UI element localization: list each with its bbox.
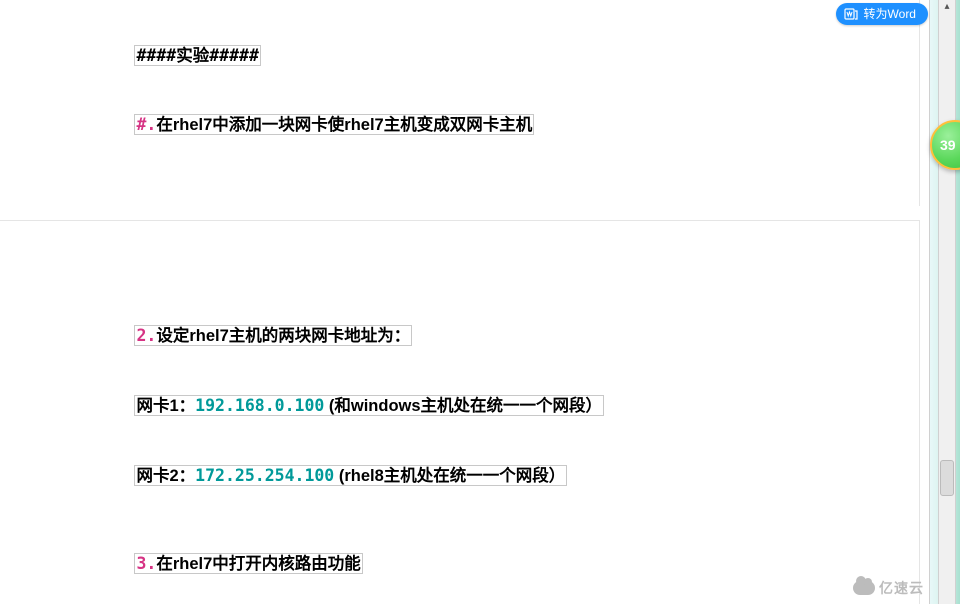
- step-1-text: 在rhel7中添加一块网卡使rhel7主机变成双网卡主机: [156, 116, 532, 134]
- nic1-box: 网卡1：192.168.0.100 (和windows主机处在统一一个网段）: [135, 396, 603, 415]
- scroll-thumb[interactable]: [940, 460, 954, 496]
- heading-experiment: ####实验#####: [56, 21, 863, 90]
- page-1: ####实验##### #.在rhel7中添加一块网卡使rhel7主机变成双网卡…: [0, 0, 920, 210]
- step-3-text: 在rhel7中打开内核路由功能: [156, 555, 360, 573]
- document-area: ####实验##### #.在rhel7中添加一块网卡使rhel7主机变成双网卡…: [0, 0, 930, 604]
- nic2-line: 网卡2：172.25.254.100 (rhel8主机处在统一一个网段）: [56, 441, 863, 511]
- nic2-label: 网卡2：: [136, 467, 195, 485]
- heading-experiment-text: ####实验#####: [135, 46, 259, 65]
- step-3-line: 3.在rhel7中打开内核路由功能: [56, 529, 863, 599]
- sysctl-a-line: [root@rhel7_node1 network-scripts]# sysc…: [56, 599, 863, 604]
- nic2-ip: 172.25.254.100: [195, 466, 334, 485]
- page-2: 2.设定rhel7主机的两块网卡地址为： 网卡1：192.168.0.100 (…: [0, 220, 920, 604]
- viewport: ####实验##### #.在rhel7中添加一块网卡使rhel7主机变成双网卡…: [0, 0, 960, 604]
- step-1-num: #.: [136, 115, 156, 134]
- scroll-up-button[interactable]: ▴: [939, 0, 955, 14]
- step-3-box: 3.在rhel7中打开内核路由功能: [135, 554, 361, 573]
- step-2-num: 2.: [136, 326, 156, 345]
- watermark-logo: 亿速云: [853, 578, 924, 598]
- nic1-label: 网卡1：: [136, 397, 195, 415]
- step-2-text: 设定rhel7主机的两块网卡地址为：: [156, 327, 410, 345]
- convert-to-word-label: 转为Word: [864, 3, 916, 25]
- cloud-icon: [853, 581, 875, 595]
- progress-badge-value: 39: [940, 137, 956, 153]
- nic1-line: 网卡1：192.168.0.100 (和windows主机处在统一一个网段）: [56, 371, 863, 441]
- step-2-line: 2.设定rhel7主机的两块网卡地址为：: [56, 301, 863, 371]
- nic2-box: 网卡2：172.25.254.100 (rhel8主机处在统一一个网段）: [135, 466, 566, 485]
- convert-to-word-button[interactable]: 转为Word: [836, 3, 928, 25]
- step-3-num: 3.: [136, 554, 156, 573]
- scrollbar[interactable]: ▴: [938, 0, 956, 604]
- word-icon: [844, 7, 858, 21]
- step-1-line: #.在rhel7中添加一块网卡使rhel7主机变成双网卡主机: [56, 90, 863, 160]
- watermark-text: 亿速云: [879, 578, 924, 598]
- nic2-note: (rhel8主机处在统一一个网段）: [334, 467, 565, 485]
- nic1-ip: 192.168.0.100: [195, 396, 324, 415]
- step-2-box: 2.设定rhel7主机的两块网卡地址为：: [135, 326, 411, 345]
- nic1-note: (和windows主机处在统一一个网段）: [324, 397, 602, 415]
- step-1-box: #.在rhel7中添加一块网卡使rhel7主机变成双网卡主机: [135, 115, 533, 134]
